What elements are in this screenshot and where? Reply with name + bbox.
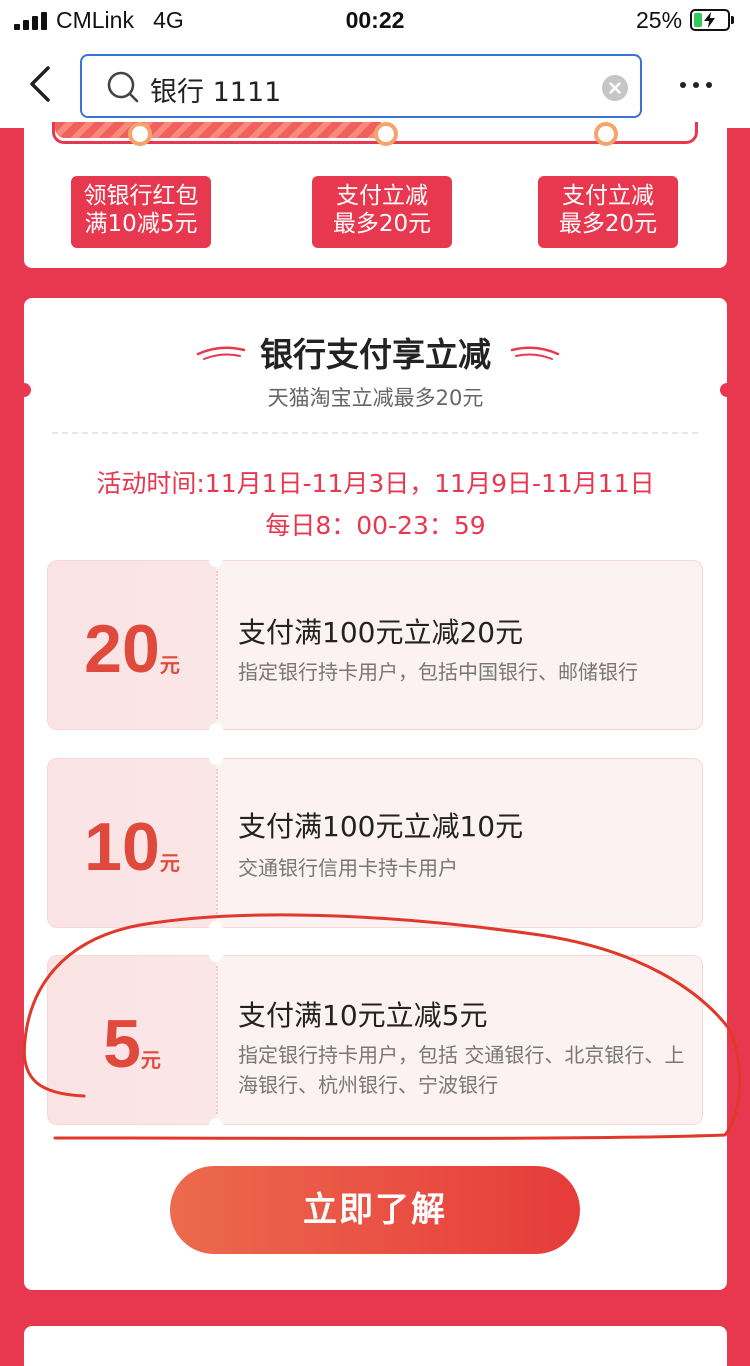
coupon-title: 支付满100元立减20元: [238, 616, 524, 649]
step-tag-line2: 满10减5元: [84, 211, 198, 237]
step-tag-pay-discount[interactable]: 支付立减 最多20元: [312, 176, 452, 248]
coupon-amount-unit: 元: [159, 653, 180, 677]
step-tag-line1: 支付立减: [336, 183, 428, 209]
carrier-name: CMLink: [56, 7, 134, 33]
progress-node: [128, 122, 152, 146]
progress-node: [374, 122, 398, 146]
dashed-divider: [52, 432, 698, 434]
card-title: 银行支付享立减: [260, 335, 491, 374]
coupon-amount-value: 20: [84, 611, 160, 687]
step-tag-line1: 领银行红包: [83, 183, 199, 209]
coupon-separator: [216, 571, 218, 719]
network-type: 4G: [153, 7, 184, 33]
coupon-card[interactable]: 5元 支付满10元立减5元 指定银行持卡用户，包括 交通银行、北京银行、上海银行…: [47, 948, 703, 1132]
coupon-desc: 指定银行持卡用户，包括 交通银行、北京银行、上海银行、杭州银行、宁波银行: [238, 1043, 685, 1097]
more-options-button[interactable]: [680, 82, 712, 90]
activity-time: 活动时间:11月1日-11月3日，11月9日-11月11日: [96, 469, 655, 498]
coupon-amount-unit: 元: [140, 1048, 161, 1072]
progress-node: [594, 122, 618, 146]
coupon-amount-unit: 元: [159, 851, 180, 875]
coupon-separator: [216, 769, 218, 917]
card-subtitle: 天猫淘宝立减最多20元: [267, 386, 484, 410]
step-tag-line1: 支付立减: [562, 183, 654, 209]
step-tag-pay-discount-2[interactable]: 支付立减 最多20元: [538, 176, 678, 248]
coupon-amount: 10元: [48, 759, 216, 927]
step-tag-line2: 最多20元: [332, 211, 432, 237]
charging-bolt-icon: [704, 12, 715, 28]
carrier-network: CMLink 4G: [56, 7, 184, 34]
navigation-bar: 银行 1111: [0, 44, 750, 128]
search-bar[interactable]: 银行 1111: [80, 54, 642, 118]
chevron-left-icon: [30, 66, 50, 102]
signal-icon: [14, 12, 48, 30]
coupon-amount-value: 10: [84, 809, 160, 885]
search-icon: [107, 71, 139, 103]
coupon-title: 支付满100元立减10元: [238, 810, 524, 843]
battery-icon: [690, 9, 734, 31]
search-input[interactable]: 银行 1111: [150, 70, 281, 109]
coupon-card[interactable]: 20元 支付满100元立减20元 指定银行持卡用户，包括中国银行、邮储银行: [47, 553, 703, 737]
progress-fill: [55, 122, 381, 138]
coupon-card[interactable]: 10元 支付满100元立减10元 交通银行信用卡持卡用户: [47, 751, 703, 935]
coupon-amount: 20元: [48, 561, 216, 729]
progress-card: 领银行红包 满10减5元 支付立减 最多20元 支付立减 最多20元: [24, 122, 727, 268]
coupon-separator: [216, 966, 218, 1114]
next-card-edge: [24, 1326, 727, 1366]
battery-fill: [694, 13, 702, 27]
daily-hours: 每日8：00-23：59: [265, 511, 486, 540]
coupon-amount-value: 5: [103, 1006, 141, 1082]
coupon-desc: 指定银行持卡用户，包括中国银行、邮储银行: [238, 660, 638, 684]
battery-percent: 25%: [636, 7, 683, 33]
step-tag-line2: 最多20元: [558, 211, 658, 237]
clear-search-button[interactable]: [602, 75, 628, 101]
bank-discount-card: 银行支付享立减 天猫淘宝立减最多20元 活动时间:11月1日-11月3日，11月…: [17, 298, 734, 1290]
status-bar: CMLink 4G 00:22 25%: [0, 0, 750, 44]
coupon-amount: 5元: [48, 956, 216, 1124]
learn-more-button[interactable]: 立即了解: [170, 1166, 580, 1254]
more-dots-icon: [680, 82, 686, 88]
back-button[interactable]: [24, 64, 58, 104]
step-tag-bank-redpacket[interactable]: 领银行红包 满10减5元: [71, 176, 211, 248]
clear-icon: [609, 82, 621, 94]
coupon-desc: 交通银行信用卡持卡用户: [238, 856, 458, 880]
coupon-title: 支付满10元立减5元: [238, 999, 488, 1032]
